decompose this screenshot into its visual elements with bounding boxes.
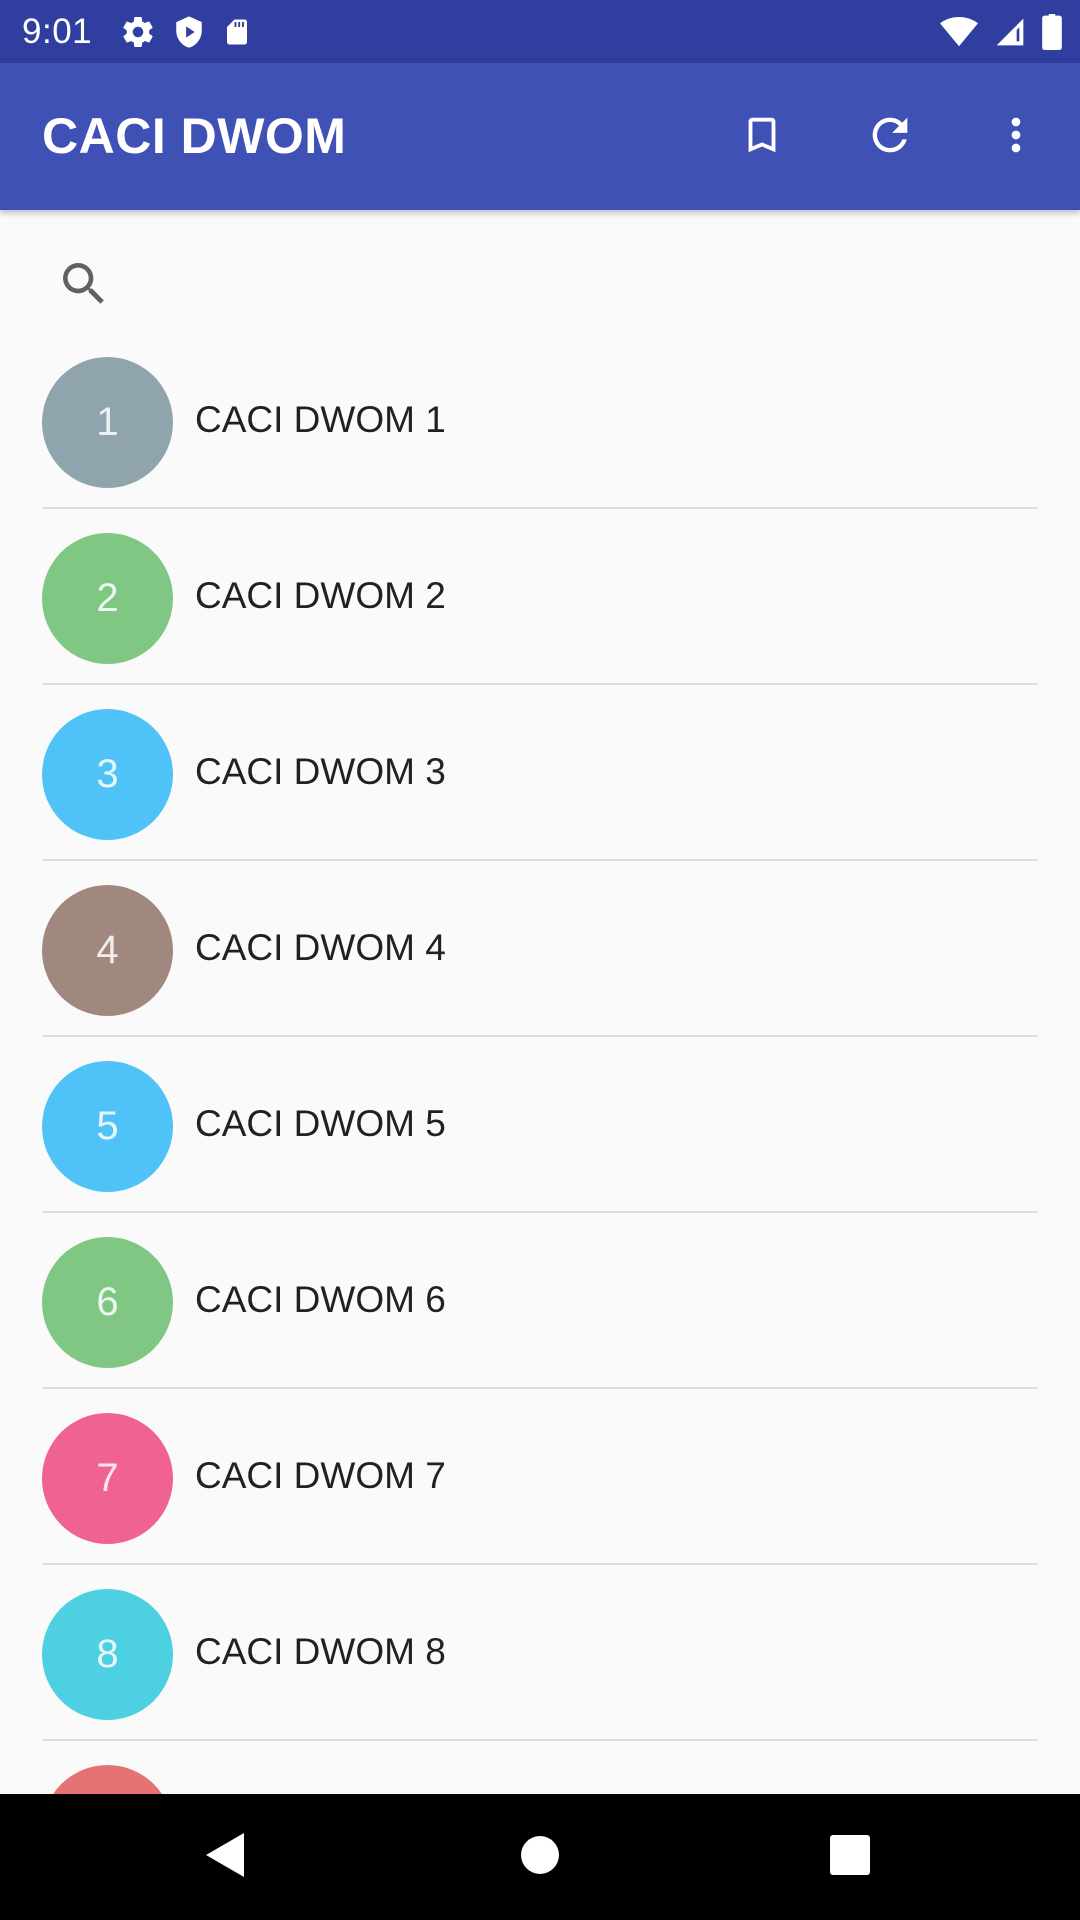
divider [42, 1739, 1038, 1741]
refresh-button[interactable] [852, 99, 928, 175]
list-item-label: CACI DWOM 6 [195, 1279, 446, 1320]
list-item-label: CACI DWOM 1 [195, 399, 446, 440]
list-item-label: CACI DWOM 5 [195, 1103, 446, 1144]
bookmark-icon [739, 109, 785, 166]
back-icon [202, 1830, 248, 1885]
bookmark-button[interactable] [724, 99, 800, 175]
list-item[interactable]: 7 CACI DWOM 7 [0, 1406, 1080, 1582]
battery-icon [1042, 13, 1062, 50]
avatar: 8 [42, 1589, 173, 1720]
more-vert-icon [990, 109, 1042, 166]
list-item-label: CACI DWOM 4 [195, 927, 446, 968]
list-item-label: CACI DWOM 3 [195, 751, 446, 792]
recents-icon [830, 1834, 870, 1880]
list-item-label: CACI DWOM 8 [195, 1631, 446, 1672]
divider [42, 1035, 1038, 1037]
list-item[interactable]: 1 CACI DWOM 1 [0, 350, 1080, 526]
shield-play-icon [172, 14, 206, 50]
divider [42, 507, 1038, 509]
list-item-label: CACI DWOM 7 [195, 1455, 446, 1496]
search-bar [0, 210, 1080, 350]
app-bar: CACI DWOM [0, 63, 1080, 210]
back-button[interactable] [195, 1827, 255, 1887]
list-item[interactable]: 6 CACI DWOM 6 [0, 1230, 1080, 1406]
home-button[interactable] [510, 1827, 570, 1887]
avatar: 3 [42, 709, 173, 840]
avatar: 7 [42, 1413, 173, 1544]
avatar: 6 [42, 1237, 173, 1368]
list-item[interactable]: 5 CACI DWOM 5 [0, 1054, 1080, 1230]
avatar: 5 [42, 1061, 173, 1192]
list-item[interactable]: 2 CACI DWOM 2 [0, 526, 1080, 702]
wifi-icon [940, 16, 978, 48]
list-item-label: CACI DWOM 2 [195, 575, 446, 616]
status-icons-right [940, 0, 1062, 63]
divider [42, 1563, 1038, 1565]
search-input[interactable] [130, 250, 1014, 312]
home-icon [520, 1835, 560, 1880]
settings-icon [120, 14, 156, 50]
list-item[interactable]: 3 CACI DWOM 3 [0, 702, 1080, 878]
list-item[interactable] [0, 1758, 1080, 1794]
app-title: CACI DWOM [42, 108, 347, 164]
signal-icon [994, 16, 1026, 48]
status-time: 9:01 [22, 11, 93, 51]
divider [42, 859, 1038, 861]
list-item[interactable]: 4 CACI DWOM 4 [0, 878, 1080, 1054]
divider [42, 1387, 1038, 1389]
status-icons-left [120, 14, 252, 50]
avatar [42, 1765, 173, 1794]
avatar: 4 [42, 885, 173, 1016]
sd-card-icon [222, 15, 252, 49]
avatar: 1 [42, 357, 173, 488]
search-icon[interactable] [56, 256, 112, 317]
divider [42, 683, 1038, 685]
recents-button[interactable] [820, 1827, 880, 1887]
avatar: 2 [42, 533, 173, 664]
list-item[interactable]: 8 CACI DWOM 8 [0, 1582, 1080, 1758]
status-bar: 9:01 [0, 0, 1080, 63]
refresh-icon [864, 109, 916, 166]
divider [42, 1211, 1038, 1213]
navigation-bar [0, 1794, 1080, 1920]
more-options-button[interactable] [978, 99, 1054, 175]
item-list: 1 CACI DWOM 1 2 CACI DWOM 2 3 CACI DWOM … [0, 350, 1080, 1794]
